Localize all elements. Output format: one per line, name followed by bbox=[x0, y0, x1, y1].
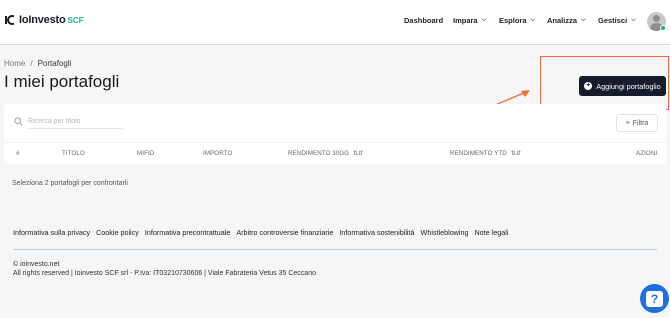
nav-gestisci[interactable]: Gestisci ⌵ bbox=[598, 16, 636, 25]
footer-divider bbox=[13, 249, 657, 250]
sort-icon: ⇅⇵ bbox=[353, 151, 364, 157]
sort-icon: ⇅⇵ bbox=[510, 151, 521, 157]
help-icon: ? bbox=[646, 290, 663, 307]
nav-impara[interactable]: Impara ⌵ bbox=[453, 16, 486, 25]
nav-analizza[interactable]: Analizza ⌵ bbox=[547, 16, 586, 25]
add-portfolio-button[interactable]: + Aggiungi portafoglio bbox=[579, 76, 666, 96]
chevron-down-icon: ⌵ bbox=[530, 17, 536, 23]
footer-links: Informativa sulla privacy Cookie policy … bbox=[13, 228, 508, 237]
footer-copyright: © ioinvesto.net bbox=[13, 261, 60, 268]
column-header-index: # bbox=[16, 150, 20, 157]
brand-logo[interactable]: IoInvesto SCF bbox=[4, 14, 84, 26]
nav-impara-label: Impara bbox=[453, 16, 478, 25]
chevron-down-icon: ⌵ bbox=[581, 17, 586, 23]
column-header-importo[interactable]: IMPORTO bbox=[203, 150, 232, 157]
breadcrumb-current: Portafogli bbox=[37, 59, 72, 68]
search-icon bbox=[14, 117, 23, 126]
footer-link-cookie[interactable]: Cookie policy bbox=[96, 228, 139, 237]
nav-dashboard-label: Dashboard bbox=[404, 16, 444, 25]
footer-link-precontrattuale[interactable]: Informativa precontrattuale bbox=[145, 228, 231, 237]
add-portfolio-label: Aggiungi portafoglio bbox=[596, 81, 661, 91]
filter-button[interactable]: ≡ Filtra bbox=[616, 114, 658, 132]
nav-dashboard[interactable]: Dashboard bbox=[404, 16, 443, 25]
nav-gestisci-label: Gestisci bbox=[598, 16, 628, 25]
footer-link-whistleblowing[interactable]: Whistleblowing bbox=[421, 228, 469, 237]
breadcrumb: Home / Portafogli bbox=[4, 59, 71, 68]
column-header-rendimento-30gg-label: RENDIMENTO 30GG bbox=[288, 150, 350, 157]
plus-circle-icon: + bbox=[584, 82, 593, 90]
top-navbar: IoInvesto SCF Dashboard Impara ⌵ Esplora… bbox=[0, 0, 670, 45]
footer-link-sostenibilita[interactable]: Informativa sostenibilità bbox=[339, 228, 414, 237]
column-header-rendimento-30gg[interactable]: RENDIMENTO 30GG ⇅⇵ bbox=[288, 150, 363, 157]
online-status-dot bbox=[660, 25, 666, 31]
portfolio-table-card: ≡ Filtra # TITOLO MIFID IMPORTO RENDIMEN… bbox=[4, 104, 666, 164]
nav-esplora-label: Esplora bbox=[499, 16, 527, 25]
search-input[interactable] bbox=[28, 115, 123, 129]
footer-legal-info: All rights reserved | Ioinvesto SCF srl … bbox=[13, 270, 316, 277]
footer-link-arbitro[interactable]: Arbitro controversie finanziarie bbox=[236, 228, 333, 237]
column-header-titolo[interactable]: TITOLO bbox=[62, 150, 85, 157]
brand-name: IoInvesto bbox=[19, 14, 66, 26]
column-header-azioni: AZIONI bbox=[636, 150, 658, 157]
page-title: I miei portafogli bbox=[4, 72, 120, 91]
avatar-head bbox=[653, 15, 660, 22]
nav-analizza-label: Analizza bbox=[547, 16, 578, 25]
table-header-divider bbox=[4, 142, 666, 143]
column-header-rendimento-ytd-label: RENDIMENTO YTD bbox=[450, 150, 507, 157]
compare-hint: Seleziona 2 portafogli per confrontarli bbox=[12, 180, 128, 187]
filter-icon: ≡ bbox=[625, 119, 630, 127]
nav-esplora[interactable]: Esplora ⌵ bbox=[499, 16, 535, 25]
chevron-down-icon: ⌵ bbox=[481, 17, 487, 23]
breadcrumb-separator: / bbox=[30, 59, 33, 68]
filter-label: Filtra bbox=[632, 119, 649, 127]
logo-icon bbox=[5, 15, 15, 25]
footer-link-privacy[interactable]: Informativa sulla privacy bbox=[13, 228, 90, 237]
column-header-rendimento-ytd[interactable]: RENDIMENTO YTD ⇅⇵ bbox=[450, 150, 521, 157]
breadcrumb-home[interactable]: Home bbox=[4, 59, 25, 68]
brand-suffix: SCF bbox=[67, 15, 84, 25]
column-header-mifid[interactable]: MIFID bbox=[137, 150, 154, 157]
help-button[interactable]: ? bbox=[640, 284, 669, 313]
chevron-down-icon: ⌵ bbox=[631, 17, 636, 23]
footer-link-note-legali[interactable]: Note legali bbox=[474, 228, 508, 237]
